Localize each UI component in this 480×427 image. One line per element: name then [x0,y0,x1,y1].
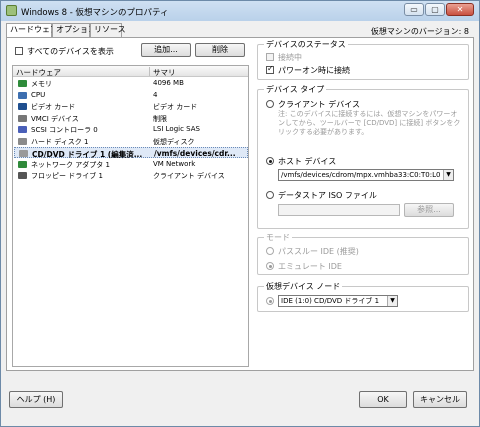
network-adapter-icon [18,160,27,168]
tab-hardware[interactable]: ハードウェア [6,23,58,38]
hardware-row[interactable]: SCSI コントローラ 0 LSI Logic SAS [14,124,248,135]
remove-button[interactable]: 削除 [195,43,245,57]
hardware-summary: ビデオ カード [153,103,198,111]
connected-checkbox [266,53,274,61]
hardware-row[interactable]: フロッピー ドライブ 1 クライアント デバイス [14,170,248,181]
hard-disk-icon [18,137,27,145]
hardware-summary: クライアント デバイス [153,172,225,180]
hardware-summary: 仮想ディスク [153,137,195,146]
client-device-label: クライアント デバイス [278,100,360,109]
floppy-drive-icon [18,172,27,179]
hardware-row[interactable]: ビデオ カード ビデオ カード [14,101,248,112]
browse-button: 参照... [404,203,454,217]
column-hardware[interactable]: ハードウェア [16,67,61,78]
host-device-radio[interactable] [266,157,274,165]
cd-dvd-drive-icon [19,150,28,157]
ok-button[interactable]: OK [359,391,407,408]
device-type-title: デバイス タイプ [264,84,327,95]
vm-icon [6,5,17,16]
emulate-ide-radio [266,262,274,270]
hardware-name: ビデオ カード [31,103,76,111]
mode-title: モード [264,232,292,243]
vm-version-label: 仮想マシンのバージョン: 8 [370,27,469,36]
tab-resources[interactable]: リソース [90,23,126,37]
add-button[interactable]: 追加... [141,43,191,57]
hardware-name: ハード ディスク 1 [31,137,89,146]
hardware-summary: 制限 [153,114,167,123]
close-button[interactable]: ✕ [446,3,474,16]
host-device-label: ホスト デバイス [278,157,337,166]
show-all-devices-checkbox[interactable] [15,47,23,55]
datastore-iso-label: データストア ISO ファイル [278,191,377,200]
hardware-summary: /vmfs/devices/cdr... [154,149,236,158]
column-summary[interactable]: サマリ [153,67,176,78]
vmci-device-icon [18,114,27,122]
connected-label: 接続中 [278,53,302,62]
show-all-devices-label: すべてのデバイスを表示 [27,47,114,56]
hardware-row[interactable]: CD/DVD ドライブ 1 (編集済.../vmfs/devices/cdr..… [14,147,248,159]
virtual-device-node-group: 仮想デバイス ノード IDE (1:0) CD/DVD ドライブ 1 ▼ [257,281,469,312]
client-device-radio[interactable] [266,100,274,108]
passthrough-ide-radio [266,247,274,255]
hardware-summary: 4 [153,90,158,99]
hardware-name: VMCI デバイス [31,114,79,123]
device-status-title: デバイスのステータス [264,39,348,50]
chevron-down-icon: ▼ [443,170,453,180]
connect-at-power-on-checkbox[interactable] [266,64,274,74]
tab-options[interactable]: オプション [52,23,96,37]
datastore-iso-radio[interactable] [266,191,274,199]
scsi-controller-icon [18,126,27,133]
hardware-name: SCSI コントローラ 0 [31,126,98,134]
chevron-down-icon: ▼ [387,296,397,306]
title-bar: Windows 8 - 仮想マシンのプロパティ ▭ ▢ ✕ [1,1,479,21]
hardware-panel: すべてのデバイスを表示 追加... 削除 ハードウェア サマリ メモリ 4096 … [6,37,474,371]
hardware-row[interactable]: CPU 4 [14,90,248,101]
device-status-group: デバイスのステータス 接続中 パワーオン時に接続 [257,39,469,80]
hardware-name: メモリ [31,80,52,88]
hardware-name: ネットワーク アダプタ 1 [31,160,110,169]
hardware-summary: LSI Logic SAS [153,125,200,133]
connect-at-power-on-label: パワーオン時に接続 [278,66,350,75]
hardware-row[interactable]: ネットワーク アダプタ 1 VM Network [14,159,248,170]
window-title: Windows 8 - 仮想マシンのプロパティ [21,8,169,18]
help-button[interactable]: ヘルプ (H) [9,391,63,408]
emulate-ide-label: エミュレート IDE [278,262,342,271]
hardware-summary: VM Network [153,159,196,168]
virtual-device-node-select[interactable]: IDE (1:0) CD/DVD ドライブ 1 ▼ [278,295,398,307]
virtual-device-node-value: IDE (1:0) CD/DVD ドライブ 1 [281,297,380,305]
properties-window: Windows 8 - 仮想マシンのプロパティ ▭ ▢ ✕ ハードウェア オプシ… [0,0,480,427]
maximize-button[interactable]: ▢ [425,3,445,16]
hardware-row[interactable]: メモリ 4096 MB [14,78,248,89]
host-device-select[interactable]: /vmfs/devices/cdrom/mpx.vmhba33:C0:T0:L0… [278,169,454,181]
cancel-button[interactable]: キャンセル [413,391,467,408]
hardware-name: CPU [31,90,46,99]
device-type-group: デバイス タイプ クライアント デバイス 注: このデバイスに接続するには、仮想… [257,84,469,229]
minimize-button[interactable]: ▭ [404,3,424,16]
client-device-note: 注: このデバイスに接続するには、仮想マシンをパワーオンしてから、ツールバーで … [278,110,461,136]
cpu-icon [18,91,27,99]
video-card-icon [18,103,27,110]
hardware-list: ハードウェア サマリ メモリ 4096 MB CPU 4 ビデオ カード ビデオ カード V… [12,65,249,367]
hardware-name: フロッピー ドライブ 1 [31,172,103,180]
mode-group: モード パススルー IDE (推奨) エミュレート IDE [257,232,469,275]
hardware-row[interactable]: VMCI デバイス 制限 [14,113,248,124]
hardware-summary: 4096 MB [153,79,184,87]
hardware-row[interactable]: ハード ディスク 1 仮想ディスク [14,136,248,147]
passthrough-ide-label: パススルー IDE (推奨) [278,247,359,256]
iso-path-field [278,204,400,216]
virtual-device-node-radio [266,297,274,305]
memory-icon [18,80,27,87]
virtual-device-node-title: 仮想デバイス ノード [264,281,343,292]
hardware-list-header: ハードウェア サマリ [13,66,248,77]
host-device-value: /vmfs/devices/cdrom/mpx.vmhba33:C0:T0:L0 [281,171,441,179]
